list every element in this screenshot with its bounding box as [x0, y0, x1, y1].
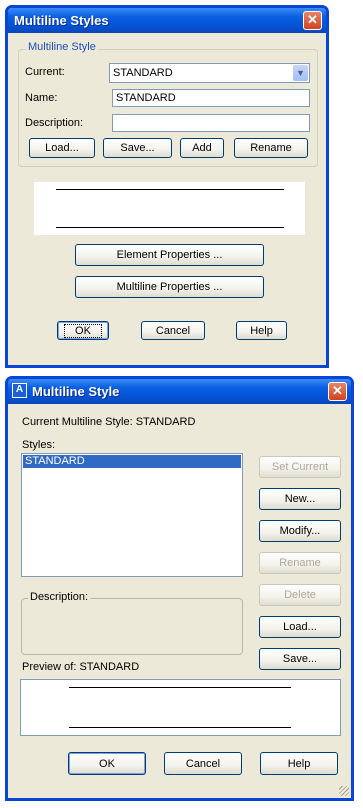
styles-label-text: Styles:: [22, 439, 56, 451]
style-preview: [20, 679, 341, 736]
rename-button-2[interactable]: Rename: [259, 552, 341, 574]
help-button[interactable]: Help: [236, 321, 287, 340]
list-item-standard[interactable]: STANDARD: [23, 455, 241, 468]
dialog1-title: Multiline Styles: [14, 13, 109, 28]
help-button-2[interactable]: Help: [260, 752, 338, 775]
delete-button[interactable]: Delete: [259, 584, 341, 606]
multiline-properties-button[interactable]: Multiline Properties ...: [75, 276, 264, 298]
load-button-label: Load...: [45, 142, 79, 154]
element-properties-label: Element Properties ...: [116, 249, 223, 261]
ok-button-2[interactable]: OK: [68, 752, 146, 775]
multiline-styles-dialog: Multiline Styles ✕ Multiline Style Curre…: [5, 5, 329, 368]
current-style-value: STANDARD: [113, 67, 173, 79]
preview2-bottom-line: [69, 727, 291, 728]
current-style-dropdown[interactable]: STANDARD ▼: [109, 63, 310, 83]
multiline-style-dialog: A Multiline Style ✕ Current Multiline St…: [5, 376, 354, 801]
cancel-button[interactable]: Cancel: [141, 321, 205, 340]
description-group-title: Description:: [28, 591, 91, 603]
chevron-down-icon[interactable]: ▼: [293, 65, 308, 81]
description-group: [21, 598, 243, 655]
add-button-label: Add: [192, 142, 212, 154]
preview-bottom-line: [56, 227, 284, 228]
help-label-2: Help: [287, 757, 311, 770]
description-field[interactable]: [112, 114, 310, 132]
cancel-button-label: Cancel: [155, 324, 191, 337]
list-item-label: STANDARD: [25, 455, 85, 467]
dialog2-titlebar[interactable]: A Multiline Style ✕: [8, 379, 351, 404]
cancel-button-2[interactable]: Cancel: [164, 752, 242, 775]
preview2-top-line: [69, 687, 291, 688]
new-button[interactable]: New...: [259, 488, 341, 510]
ok-button[interactable]: OK: [57, 321, 109, 340]
set-current-button[interactable]: Set Current: [259, 456, 341, 478]
rename-button[interactable]: Rename: [234, 138, 308, 158]
cancel-label-2: Cancel: [185, 757, 221, 770]
element-properties-button[interactable]: Element Properties ...: [75, 244, 264, 266]
preview-label: Preview of: STANDARD: [22, 661, 140, 673]
save-button[interactable]: Save...: [103, 138, 172, 158]
ok-label-2: OK: [99, 757, 115, 770]
dialog1-titlebar[interactable]: Multiline Styles ✕: [8, 8, 326, 33]
styles-label: Styles:: [22, 439, 55, 451]
styles-list[interactable]: STANDARD: [21, 453, 243, 577]
current-style-text: Current Multiline Style: STANDARD: [22, 416, 196, 428]
name-field[interactable]: STANDARD: [112, 89, 310, 107]
save-label: Save...: [282, 653, 318, 665]
multiline-style-group-title: Multiline Style: [26, 41, 98, 53]
set-current-label: Set Current: [271, 461, 329, 473]
add-button[interactable]: Add: [180, 138, 224, 158]
load-button[interactable]: Load...: [29, 138, 95, 158]
delete-label: Delete: [284, 589, 316, 601]
save-button-label: Save...: [120, 142, 155, 154]
current-label: Current:: [25, 66, 65, 78]
multiline-preview: [34, 182, 305, 235]
name-label: Name:: [25, 92, 58, 104]
dialog1-close-icon[interactable]: ✕: [303, 11, 322, 30]
resize-grip-icon[interactable]: [339, 786, 349, 796]
dialog2-close-icon[interactable]: ✕: [328, 382, 347, 401]
new-label: New...: [284, 493, 316, 505]
multiline-properties-label: Multiline Properties ...: [116, 281, 223, 293]
modify-label: Modify...: [279, 525, 321, 537]
modify-button[interactable]: Modify...: [259, 520, 341, 542]
ok-button-label: OK: [64, 323, 102, 338]
rename-label: Rename: [279, 557, 321, 569]
save-button-2[interactable]: Save...: [259, 648, 341, 670]
rename-button-label: Rename: [250, 142, 292, 154]
description-label: Description:: [25, 117, 84, 129]
app-logo-icon: A: [12, 383, 27, 398]
help-button-label: Help: [250, 324, 273, 337]
load-button-2[interactable]: Load...: [259, 616, 341, 638]
dialog2-title: Multiline Style: [32, 384, 120, 399]
preview-top-line: [56, 189, 284, 190]
load-label: Load...: [283, 621, 317, 633]
